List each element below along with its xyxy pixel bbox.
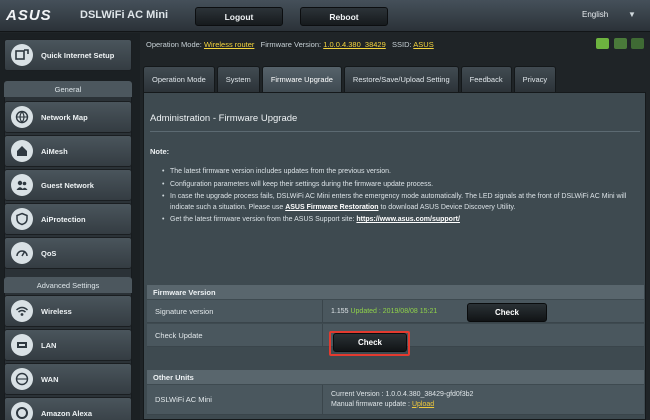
chevron-down-icon[interactable]: ▼ (628, 10, 636, 19)
wan-status-icon[interactable] (596, 38, 609, 49)
tab-bar: Operation Mode System Firmware Upgrade R… (143, 66, 591, 92)
sidebar-item-qos[interactable]: QoS (4, 237, 132, 269)
wifi-icon (11, 300, 33, 322)
sidebar-item-wan[interactable]: WAN (4, 363, 132, 395)
house-icon (11, 140, 33, 162)
op-mode-label: Operation Mode: (146, 40, 202, 49)
sidebar-item-label: Quick Internet Setup (41, 50, 115, 60)
table-row: Signature version 1.155 Updated : 2019/0… (147, 300, 644, 323)
tab-restore-save-upload[interactable]: Restore/Save/Upload Setting (343, 66, 459, 92)
signature-version-value: 1.155 Updated : 2019/08/08 15:21 (331, 307, 438, 315)
sidebar-item-network-map[interactable]: Network Map (4, 101, 132, 133)
sidebar-item-label: AiProtection (41, 214, 86, 224)
alexa-icon (11, 402, 33, 420)
sidebar-item-label: Guest Network (41, 180, 94, 190)
title-divider (150, 131, 640, 132)
unit-name-label: DSLWiFi AC Mini (147, 385, 323, 414)
page-title: Administration - Firmware Upgrade (150, 113, 298, 124)
check-button-highlight (329, 331, 410, 356)
status-line: Operation Mode: Wireless router Firmware… (146, 40, 646, 54)
sidebar-item-label: AiMesh (41, 146, 68, 156)
wifi-status-icon[interactable] (631, 38, 644, 49)
list-item: Configuration parameters will keep their… (162, 180, 640, 191)
sidebar-item-aiprotection[interactable]: AiProtection (4, 203, 132, 235)
firmware-version-section-header: Firmware Version (147, 285, 644, 299)
firmware-version-label: Firmware Version: (260, 40, 322, 49)
firmware-restoration-link[interactable]: ASUS Firmware Restoration (285, 204, 378, 211)
tab-operation-mode[interactable]: Operation Mode (143, 66, 215, 92)
ssid-label: SSID: (392, 40, 412, 49)
list-item: Get the latest firmware version from the… (162, 215, 640, 226)
op-mode-link[interactable]: Wireless router (204, 40, 254, 49)
asus-logo: ASUS (6, 7, 52, 24)
usb-status-icon[interactable] (614, 38, 627, 49)
sidebar-general-header: General (4, 81, 132, 97)
list-item: In case the upgrade process fails, DSLWi… (162, 192, 640, 213)
main-panel: Administration - Firmware Upgrade Note: … (143, 92, 646, 420)
speedometer-icon (11, 242, 33, 264)
sidebar-advanced-header: Advanced Settings (4, 277, 132, 293)
signature-status: Updated : 2019/08/08 15:21 (350, 307, 438, 315)
table-row: DSLWiFi AC Mini Current Version : 1.0.0.… (147, 385, 644, 415)
sidebar-item-aimesh[interactable]: AiMesh (4, 135, 132, 167)
upload-link[interactable]: Upload (412, 401, 434, 408)
sidebar-item-lan[interactable]: LAN (4, 329, 132, 361)
sidebar-item-label: QoS (41, 248, 57, 258)
router-model-name: DSLWiFi AC Mini (80, 9, 169, 21)
globe-icon (11, 106, 33, 128)
other-units-section-header: Other Units (147, 370, 644, 384)
signature-check-button[interactable]: Check (467, 303, 547, 322)
wizard-icon (11, 44, 33, 66)
top-bar: ASUS DSLWiFi AC Mini Logout Reboot Engli… (0, 0, 650, 32)
sidebar-item-label: Wireless (41, 306, 72, 316)
logout-button[interactable]: Logout (195, 7, 283, 26)
language-select[interactable]: English (582, 10, 608, 19)
unit-details: Current Version : 1.0.0.4.380_38429-gfd0… (323, 390, 473, 410)
firmware-version-link[interactable]: 1.0.0.4.380_38429 (323, 40, 386, 49)
sidebar: Quick Internet Setup General Network Map… (0, 33, 140, 420)
notes-list: The latest firmware version includes upd… (162, 167, 640, 228)
manual-update-label: Manual firmware update : (331, 400, 410, 408)
unit-current-version: Current Version : 1.0.0.4.380_38429-gfd0… (331, 390, 474, 398)
sidebar-item-label: WAN (41, 374, 59, 384)
sidebar-item-label: LAN (41, 340, 57, 350)
sidebar-item-guest-network[interactable]: Guest Network (4, 169, 132, 201)
sidebar-item-amazon-alexa[interactable]: Amazon Alexa (4, 397, 132, 420)
tab-system[interactable]: System (216, 66, 260, 92)
ssid-link[interactable]: ASUS (413, 40, 433, 49)
sidebar-item-label: Amazon Alexa (41, 408, 92, 418)
list-item: The latest firmware version includes upd… (162, 167, 640, 178)
tab-feedback[interactable]: Feedback (460, 66, 512, 92)
lan-icon (11, 334, 33, 356)
sidebar-item-label: Network Map (41, 112, 88, 122)
signature-version-label: Signature version (147, 300, 323, 322)
tab-firmware-upgrade[interactable]: Firmware Upgrade (261, 66, 342, 92)
note-label: Note: (150, 147, 170, 156)
check-update-label: Check Update (147, 324, 323, 346)
globe-icon (11, 368, 33, 390)
asus-support-link[interactable]: https://www.asus.com/support/ (356, 216, 460, 223)
people-icon (11, 174, 33, 196)
shield-icon (11, 208, 33, 230)
sidebar-item-wireless[interactable]: Wireless (4, 295, 132, 327)
tab-privacy[interactable]: Privacy (513, 66, 557, 92)
reboot-button[interactable]: Reboot (300, 7, 388, 26)
sidebar-item-quick-setup[interactable]: Quick Internet Setup (4, 39, 132, 71)
